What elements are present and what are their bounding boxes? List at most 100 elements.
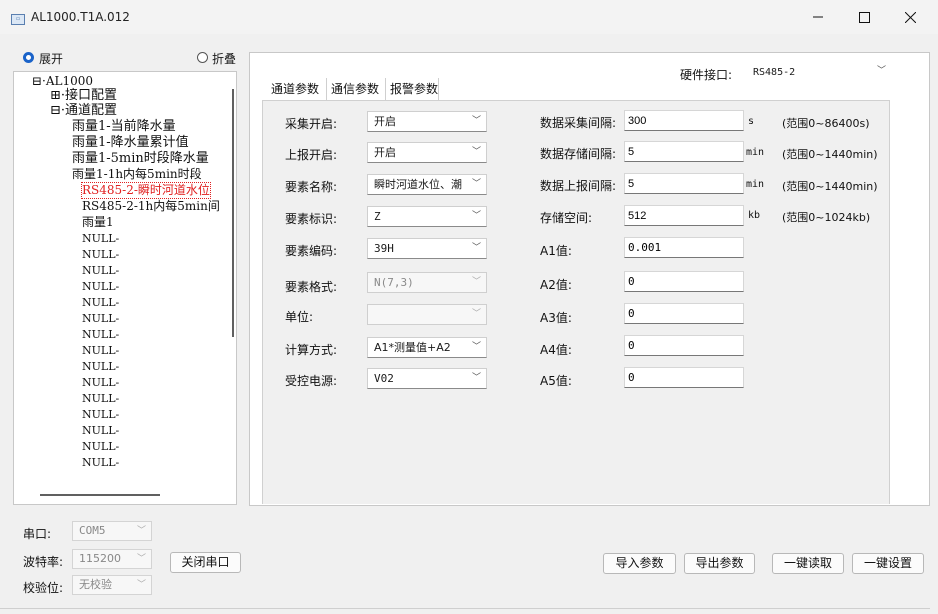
tab-divider: [326, 78, 327, 100]
close-icon: [904, 11, 916, 23]
collect-interval-unit: s: [748, 116, 755, 127]
serial-port-select: COM5 ﹀: [72, 521, 152, 541]
baud-rate-label: 波特率:: [23, 555, 64, 569]
chevron-down-icon: ﹀: [876, 66, 886, 76]
tree-item-null[interactable]: NULL-: [82, 343, 119, 358]
collect-enable-value: 开启: [374, 115, 396, 128]
collect-interval-input[interactable]: [624, 110, 744, 131]
tree-item-null[interactable]: NULL-: [82, 263, 119, 278]
element-code-value: 39H: [374, 242, 394, 255]
report-enable-value: 开启: [374, 146, 396, 159]
tree-item-channel-config[interactable]: ⊟·通道配置: [50, 103, 117, 118]
export-params-button[interactable]: 导出参数: [684, 553, 755, 574]
power-label: 受控电源:: [285, 374, 338, 388]
chevron-down-icon: ﹀: [471, 175, 481, 194]
tree-item-channel-selected[interactable]: RS485-2-瞬时河道水位: [81, 182, 211, 199]
tree-root[interactable]: ⊟·AL1000: [32, 74, 93, 89]
expand-radio[interactable]: [23, 52, 34, 63]
chevron-down-icon: ﹀: [471, 243, 481, 253]
storage-unit: kb: [748, 210, 761, 221]
tree-item-null[interactable]: NULL-: [82, 359, 119, 374]
status-divider: [0, 608, 930, 609]
tree-item-null[interactable]: NULL-: [82, 247, 119, 262]
element-id-select[interactable]: Z ﹀: [367, 206, 487, 227]
store-interval-range: (范围0~1440min): [782, 148, 878, 161]
chevron-down-icon: ﹀: [471, 116, 481, 126]
tab-alarm-params[interactable]: 报警参数: [390, 80, 438, 97]
expand-label: 展开: [39, 52, 64, 66]
tree-item-null[interactable]: NULL-: [82, 423, 119, 438]
chevron-down-icon: ﹀: [471, 211, 481, 221]
a3-input[interactable]: [624, 303, 744, 324]
report-interval-label: 数据上报间隔:: [540, 179, 617, 193]
minimize-button[interactable]: [795, 0, 841, 34]
chevron-down-icon: ﹀: [136, 526, 146, 536]
a2-label: A2值:: [540, 278, 572, 292]
read-all-button[interactable]: 一键读取: [772, 553, 844, 574]
tree-item-null[interactable]: NULL-: [82, 407, 119, 422]
close-button[interactable]: [887, 0, 933, 34]
unit-select: ﹀: [367, 304, 487, 325]
a2-input[interactable]: [624, 271, 744, 292]
tree-item-null[interactable]: NULL-: [82, 375, 119, 390]
set-all-button[interactable]: 一键设置: [852, 553, 924, 574]
store-interval-input[interactable]: [624, 141, 744, 162]
tree-item-channel[interactable]: 雨量1-5min时段降水量: [72, 151, 209, 166]
a1-label: A1值:: [540, 244, 572, 258]
tree-item-null[interactable]: NULL-: [82, 327, 119, 342]
element-format-label: 要素格式:: [285, 280, 338, 294]
collapse-label: 折叠: [212, 52, 237, 66]
minimize-icon: [813, 16, 823, 18]
element-code-label: 要素编码:: [285, 244, 338, 258]
tree-item-null[interactable]: NULL-: [82, 279, 119, 294]
tree-item-interface-config[interactable]: ⊞·接口配置: [50, 88, 117, 103]
a4-input[interactable]: [624, 335, 744, 356]
tree-horizontal-scrollbar[interactable]: [40, 494, 160, 496]
a4-label: A4值:: [540, 343, 572, 357]
tree-item-null[interactable]: NULL-: [82, 455, 119, 470]
report-enable-label: 上报开启:: [285, 148, 338, 162]
tree-item-null[interactable]: NULL-: [82, 439, 119, 454]
maximize-button[interactable]: [841, 0, 887, 34]
storage-range: (范围0~1024kb): [782, 211, 871, 224]
element-id-value: Z: [374, 210, 381, 223]
report-enable-select[interactable]: 开启 ﹀: [367, 142, 487, 163]
collect-enable-label: 采集开启:: [285, 117, 338, 131]
element-name-select[interactable]: 瞬时河道水位、潮 ﹀: [367, 174, 487, 195]
parity-select: 无校验 ﹀: [72, 575, 152, 595]
collapse-radio[interactable]: [197, 52, 208, 63]
tab-comm-params[interactable]: 通信参数: [331, 80, 379, 97]
storage-input[interactable]: [624, 205, 744, 226]
parity-label: 校验位:: [23, 581, 64, 595]
parity-value: 无校验: [79, 578, 112, 591]
element-name-label: 要素名称:: [285, 180, 338, 194]
chevron-down-icon: ﹀: [471, 373, 481, 383]
chevron-down-icon: ﹀: [471, 147, 481, 157]
a5-input[interactable]: [624, 367, 744, 388]
tree-item-channel[interactable]: 雨量1-1h内每5min时段: [72, 167, 202, 182]
maximize-icon: [858, 11, 870, 23]
calc-method-label: 计算方式:: [285, 343, 338, 357]
import-params-button[interactable]: 导入参数: [603, 553, 676, 574]
tree-item-null[interactable]: NULL-: [82, 391, 119, 406]
tree-item-channel[interactable]: 雨量1-当前降水量: [72, 119, 176, 134]
tree-item-channel[interactable]: 雨量1: [82, 215, 114, 230]
tree-item-channel[interactable]: 雨量1-降水量累计值: [72, 135, 189, 150]
power-select[interactable]: V02 ﹀: [367, 368, 487, 389]
tree-item-null[interactable]: NULL-: [82, 231, 119, 246]
tree-vertical-scrollbar[interactable]: [232, 89, 234, 337]
collect-enable-select[interactable]: 开启 ﹀: [367, 111, 487, 132]
tree-item-channel[interactable]: RS485-2-1h内每5min间: [82, 199, 220, 214]
tab-divider: [438, 78, 439, 100]
calc-method-select[interactable]: A1*测量值+A2 ﹀: [367, 337, 487, 358]
tree-item-null[interactable]: NULL-: [82, 295, 119, 310]
element-code-select[interactable]: 39H ﹀: [367, 238, 487, 259]
hardware-interface-label: 硬件接口:: [680, 68, 733, 82]
hardware-interface-select[interactable]: RS485-2 ﹀: [747, 62, 891, 83]
close-serial-port-button[interactable]: 关闭串口: [170, 552, 241, 573]
channel-tree[interactable]: ⊟·AL1000 ⊞·接口配置 ⊟·通道配置 雨量1-当前降水量 雨量1-降水量…: [13, 71, 237, 505]
a1-input[interactable]: [624, 237, 744, 258]
report-interval-input[interactable]: [624, 173, 744, 194]
tab-channel-params[interactable]: 通道参数: [271, 80, 319, 97]
tree-item-null[interactable]: NULL-: [82, 311, 119, 326]
